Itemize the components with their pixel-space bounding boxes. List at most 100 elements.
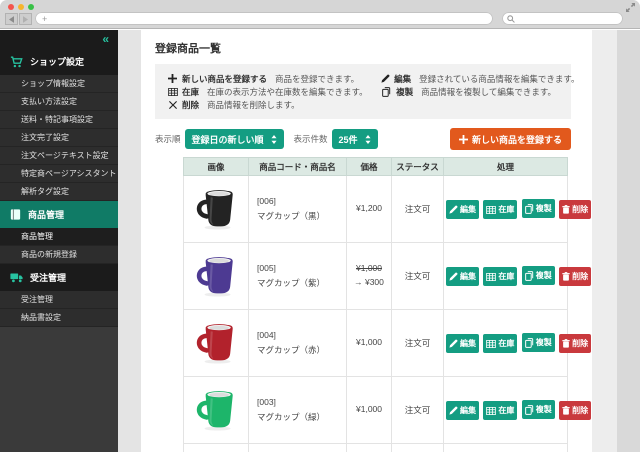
column-header-code-name: 商品コード・商品名 (249, 158, 347, 176)
sidebar-section-header[interactable]: ショップ設定 (0, 48, 118, 75)
table-row: [004] マグカップ（赤） → ¥1,000 注文可 編集 在庫 複製 削除 (184, 310, 568, 377)
copy-button[interactable]: 複製 (522, 266, 555, 285)
status-label: 注文可 (392, 377, 444, 444)
product-code: [006] (257, 196, 346, 206)
column-header-price: 価格 (347, 158, 392, 176)
help-item-label: 在庫 (182, 86, 199, 98)
sidebar-item[interactable]: 商品管理 (0, 228, 118, 246)
page-gutter-left (118, 30, 141, 452)
help-item-desc: 商品情報を複製して編集できます。 (421, 86, 556, 98)
page-size-select[interactable]: 25件 (332, 129, 378, 149)
package-icon (10, 209, 21, 220)
delete-button[interactable]: 削除 (559, 401, 591, 420)
sidebar-item[interactable]: ショップ情報設定 (0, 75, 118, 93)
product-code: [003] (257, 397, 346, 407)
sort-arrows-icon (271, 135, 277, 144)
sidebar-item[interactable]: 商品の新規登録 (0, 246, 118, 264)
url-bar-text: + (42, 14, 47, 24)
plus-icon (459, 135, 468, 144)
sidebar-item-label: ショップ情報設定 (21, 78, 85, 89)
sidebar-item[interactable]: 解析タグ設定 (0, 183, 118, 201)
close-window-button[interactable] (8, 4, 14, 10)
zoom-window-button[interactable] (28, 4, 34, 10)
forward-button[interactable] (19, 13, 32, 25)
product-table: 画像 商品コード・商品名 価格 ステータス 処理 [006] マグカップ（黒） … (183, 157, 568, 452)
copy-icon (525, 204, 534, 214)
window-controls (8, 4, 34, 10)
help-item-label: 新しい商品を登録する (182, 73, 267, 85)
copy-button[interactable]: 複製 (522, 333, 555, 352)
stock-icon (486, 273, 496, 281)
sidebar-item[interactable]: 注文完了設定 (0, 129, 118, 147)
table-header-row: 画像 商品コード・商品名 価格 ステータス 処理 (184, 158, 568, 176)
product-name: マグカップ（緑） (257, 411, 346, 423)
window-edge-right (617, 30, 640, 452)
table-row: [005] マグカップ（紫） ¥1,000 → ¥300 注文可 編集 在庫 複… (184, 243, 568, 310)
pencil-icon (449, 272, 458, 281)
sidebar-item[interactable]: 納品書設定 (0, 309, 118, 327)
close-icon (167, 101, 178, 109)
stock-icon (486, 206, 496, 214)
sort-arrows-icon (365, 135, 371, 144)
sidebar-section-header[interactable]: 受注管理 (0, 264, 118, 291)
add-product-button[interactable]: 新しい商品を登録する (450, 128, 571, 150)
delete-button[interactable]: 削除 (559, 267, 591, 286)
delete-button[interactable]: 削除 (559, 334, 591, 353)
help-item-desc: 在庫の表示方法や在庫数を編集できます。 (207, 86, 368, 98)
browser-chrome: + (0, 0, 640, 29)
stock-button[interactable]: 在庫 (483, 401, 517, 420)
list-controls: 表示順 登録日の新しい順 表示件数 25件 新しい商品を登録する (155, 128, 571, 150)
help-item-label: 編集 (394, 73, 411, 85)
product-name: マグカップ（紫） (257, 277, 346, 289)
price-value: ¥1,000 (356, 337, 382, 347)
add-product-button-label: 新しい商品を登録する (472, 133, 562, 146)
price-arrow: → (354, 277, 365, 287)
table-row: [003] マグカップ（緑） → ¥1,000 注文可 編集 在庫 複製 削除 (184, 377, 568, 444)
status-label: 注文可 (392, 243, 444, 310)
sort-order-select[interactable]: 登録日の新しい順 (185, 129, 284, 149)
sidebar-item-label: 解析タグ設定 (21, 186, 69, 197)
edit-button[interactable]: 編集 (446, 401, 479, 420)
sidebar-item[interactable]: 特定商ページアシスタント (0, 165, 118, 183)
sidebar-item[interactable]: 受注管理 (0, 291, 118, 309)
stock-button[interactable]: 在庫 (483, 334, 517, 353)
sidebar-item[interactable]: 支払い方法設定 (0, 93, 118, 111)
sort-order-label: 表示順 (155, 133, 181, 145)
product-image (193, 424, 239, 434)
search-icon (507, 15, 515, 23)
copy-button[interactable]: 複製 (522, 400, 555, 419)
edit-button[interactable]: 編集 (446, 200, 479, 219)
sidebar-item[interactable]: 送料・特記事項設定 (0, 111, 118, 129)
delete-button[interactable]: 削除 (559, 200, 591, 219)
stock-button[interactable]: 在庫 (483, 267, 517, 286)
sidebar-collapse-button[interactable]: « (0, 30, 118, 48)
browser-search-field[interactable] (502, 12, 623, 25)
trash-icon (562, 205, 570, 214)
back-button[interactable] (5, 13, 18, 25)
trash-icon (562, 339, 570, 348)
back-icon (9, 16, 14, 23)
sidebar-item[interactable]: 注文ページテキスト設定 (0, 147, 118, 165)
cart-icon (10, 56, 23, 68)
sidebar-section-header[interactable]: 商品管理 (0, 201, 118, 228)
url-bar[interactable]: + (35, 12, 493, 25)
help-item: 在庫 在庫の表示方法や在庫数を編集できます。 (167, 85, 381, 98)
column-header-status: ステータス (392, 158, 444, 176)
product-image (193, 290, 239, 300)
collapse-chevrons-icon: « (102, 33, 109, 45)
sidebar: « ショップ設定 ショップ情報設定 支払い方法設定 送料・特記事項設定 注文完了… (0, 30, 118, 452)
stock-button[interactable]: 在庫 (483, 200, 517, 219)
edit-button[interactable]: 編集 (446, 267, 479, 286)
stock-icon (167, 88, 178, 96)
copy-icon (381, 87, 392, 97)
help-box: 新しい商品を登録する 商品を登録できます。 在庫 在庫の表示方法や在庫数を編集で… (155, 64, 571, 119)
sidebar-item-label: 支払い方法設定 (21, 96, 77, 107)
help-item: 編集 登録されている商品情報を編集できます。 (381, 72, 571, 85)
help-item-desc: 登録されている商品情報を編集できます。 (419, 73, 579, 85)
edit-button[interactable]: 編集 (446, 334, 479, 353)
copy-button[interactable]: 複製 (522, 199, 555, 218)
sidebar-section-label: 商品管理 (28, 208, 64, 221)
stock-icon (486, 340, 496, 348)
copy-icon (525, 338, 534, 348)
minimize-window-button[interactable] (18, 4, 24, 10)
